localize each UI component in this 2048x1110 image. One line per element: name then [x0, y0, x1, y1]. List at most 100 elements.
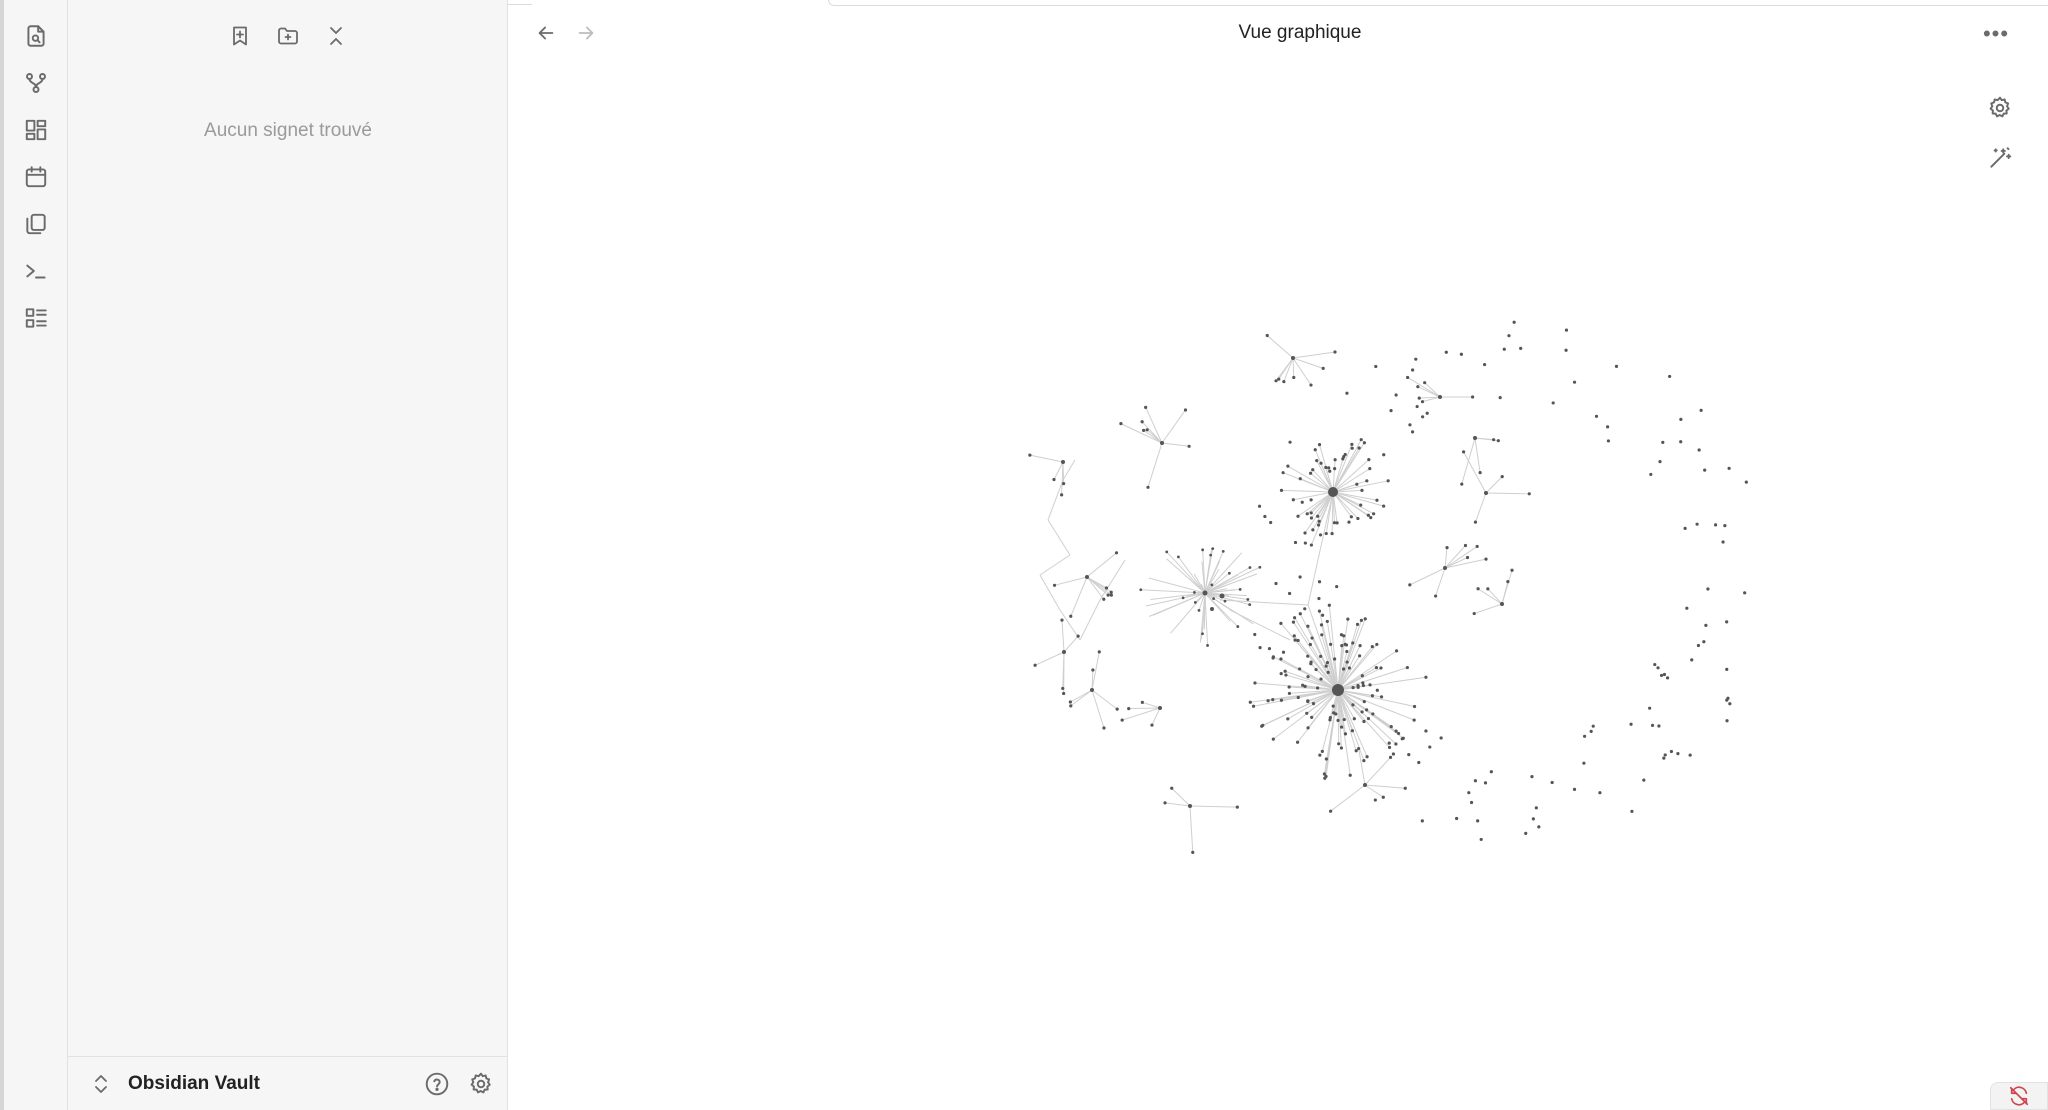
graph-node [1076, 634, 1080, 638]
graph-node [1406, 375, 1410, 380]
graph-edges [1029, 335, 1530, 853]
graph-edge [1177, 556, 1206, 594]
graph-node [1420, 400, 1425, 404]
graph-node [1319, 461, 1323, 465]
graph-node [1146, 485, 1150, 489]
graph-node [1212, 597, 1216, 601]
graph-node [1389, 724, 1393, 729]
ribbon [4, 0, 68, 1110]
graph-node [1668, 374, 1672, 379]
graph-node [1325, 619, 1329, 624]
graph-node [1606, 439, 1611, 443]
graph-node [1369, 515, 1373, 520]
graph-node [1323, 776, 1327, 780]
graph-node [1324, 465, 1328, 470]
graph-node [1475, 544, 1479, 549]
graph-node [1271, 698, 1275, 702]
calendar-icon[interactable] [18, 159, 54, 195]
graph-node [1211, 547, 1215, 551]
graph-node [1187, 444, 1191, 448]
graph-node [1210, 583, 1214, 587]
graph-node [1287, 685, 1291, 689]
graph-node [1119, 422, 1123, 426]
graph-node [1286, 717, 1290, 721]
graph-node [1114, 551, 1119, 555]
graph-node [1370, 644, 1374, 649]
graph-node [1279, 488, 1284, 492]
list-details-icon[interactable] [18, 300, 54, 336]
graph-node [1343, 642, 1347, 646]
empty-bookmarks-message: Aucun signet trouvé [204, 120, 372, 141]
graph-node [1704, 623, 1708, 627]
graph-canvas[interactable] [508, 0, 2048, 1110]
graph-node [1589, 729, 1593, 733]
graph-edge [1292, 357, 1312, 386]
graph-node [1062, 650, 1066, 654]
graph-node [1309, 498, 1313, 502]
graph-node [1606, 425, 1610, 429]
graph-node [1091, 668, 1095, 672]
graph-node [1614, 364, 1619, 368]
copy-files-icon[interactable] [18, 206, 54, 242]
graph-node [1374, 665, 1379, 670]
graph-node [1349, 515, 1353, 519]
graph-edge [1142, 701, 1161, 709]
graph-edge [1474, 437, 1481, 473]
graph-node [1476, 587, 1480, 591]
graph-node [1320, 633, 1324, 637]
graph-node [1319, 623, 1324, 627]
dashboard-grid-icon[interactable] [18, 112, 54, 148]
graph-node [1281, 471, 1285, 475]
graph-node [1648, 706, 1652, 710]
graph-node [1271, 737, 1275, 741]
graph-node [1311, 468, 1315, 472]
graph-node [1363, 617, 1367, 621]
graph-node [1394, 742, 1398, 746]
graph-edge [1292, 351, 1336, 359]
graph-node [1306, 624, 1310, 628]
graph-node [1306, 699, 1310, 704]
graph-node [1339, 746, 1344, 750]
graph-edge [1091, 689, 1118, 710]
graph-node [1679, 417, 1683, 421]
graph-node [1685, 606, 1689, 610]
graph-edge [1147, 442, 1163, 488]
graph-node [1308, 642, 1312, 647]
graph-edge [1292, 357, 1324, 369]
sync-off-icon[interactable] [1990, 1082, 2048, 1110]
graph-edge [1337, 650, 1397, 691]
graph-node [1332, 711, 1336, 715]
graph-node [1500, 475, 1504, 479]
graph-node [1412, 718, 1416, 722]
vault-name[interactable]: Obsidian Vault [128, 1073, 420, 1095]
graph-edge [1474, 603, 1503, 615]
graph-node [1253, 681, 1257, 685]
graph-node [1690, 658, 1694, 662]
graph-node [1356, 684, 1360, 688]
graph-node [1315, 458, 1319, 463]
graph-edge [1275, 357, 1294, 382]
graph-node [1326, 670, 1330, 674]
settings-gear-icon[interactable] [464, 1067, 498, 1101]
graph-node [1476, 819, 1480, 823]
graph-node [1411, 368, 1415, 372]
graph-edge [1204, 567, 1251, 594]
help-circle-icon[interactable] [420, 1067, 454, 1101]
graph-node [1357, 746, 1361, 751]
vault-switcher-icon[interactable] [90, 1069, 112, 1099]
graph-node [1410, 430, 1415, 434]
graph-node [1104, 586, 1109, 590]
graph-node [1350, 729, 1354, 733]
graph-node [1298, 612, 1302, 616]
graph-node [1251, 704, 1256, 708]
graph-node [1500, 602, 1504, 606]
graph-fork-icon[interactable] [18, 65, 54, 101]
graph-node [1158, 706, 1162, 710]
terminal-icon[interactable] [18, 253, 54, 289]
graph-node [1309, 543, 1313, 547]
graph-node [1127, 706, 1131, 711]
graph-node [1358, 654, 1362, 658]
graph-node [1676, 752, 1680, 756]
graph-node [1372, 512, 1376, 516]
graph-node [1439, 736, 1443, 740]
